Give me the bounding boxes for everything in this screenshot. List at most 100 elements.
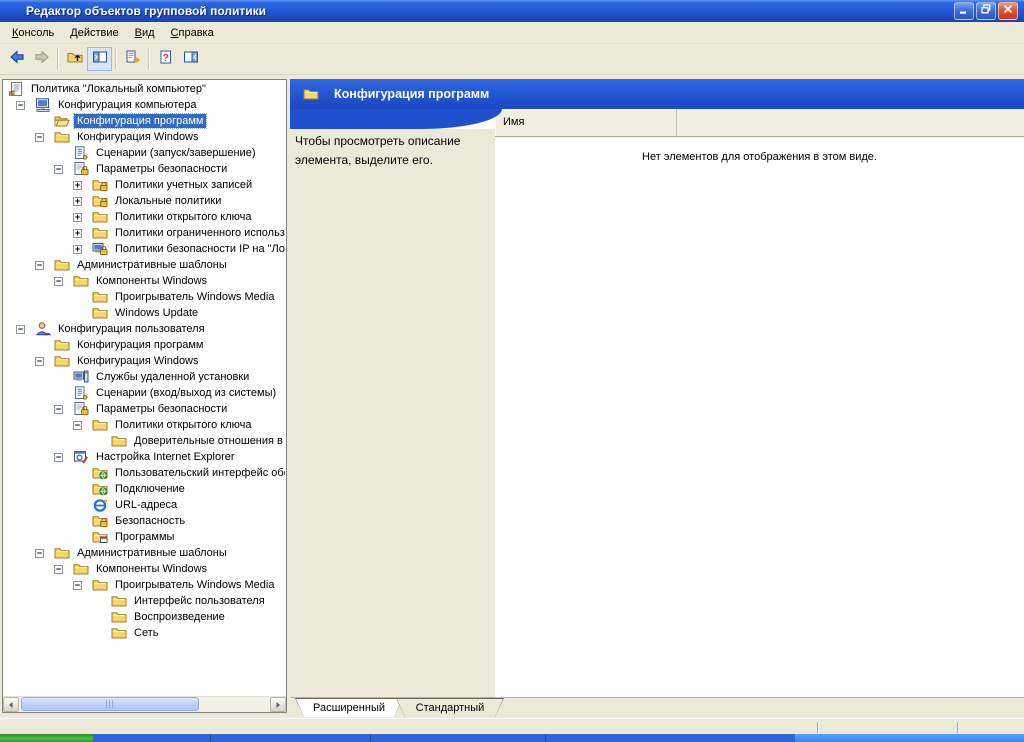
tree-indent: −	[35, 133, 54, 142]
tree-item-label: Конфигурация программ	[74, 338, 206, 352]
tree-item[interactable]: Воспроизведение	[4, 609, 285, 625]
ie-setup-icon	[73, 449, 89, 465]
scrollbar-track[interactable]	[19, 697, 270, 712]
folder-icon	[92, 209, 108, 225]
tree-item[interactable]: −Настройка Internet Explorer	[4, 449, 285, 465]
collapse-icon[interactable]: −	[54, 405, 63, 414]
items-list[interactable]: Нет элементов для отображения в этом вид…	[495, 137, 1024, 697]
main-content: Политика "Локальный компьютер"−Конфигура…	[0, 75, 1024, 718]
tree-item[interactable]: Доверительные отношения в пр	[4, 433, 285, 449]
tree-item[interactable]: −Параметры безопасности	[4, 161, 285, 177]
tree-item-label: Компоненты Windows	[93, 562, 210, 576]
toolbar-separator	[148, 48, 150, 70]
tree-item[interactable]: Конфигурация программ	[4, 337, 285, 353]
tree-item[interactable]: Сеть	[4, 625, 285, 641]
show-hide-console-tree-button[interactable]	[87, 47, 112, 71]
collapse-icon[interactable]: −	[16, 325, 25, 334]
expand-icon[interactable]: +	[73, 197, 82, 206]
tree-item[interactable]: −Конфигурация Windows	[4, 129, 285, 145]
folder-icon	[92, 225, 108, 241]
tree-item[interactable]: Безопасность	[4, 513, 285, 529]
tree-item[interactable]: −Проигрыватель Windows Media	[4, 577, 285, 593]
tree-indent: −	[54, 277, 73, 286]
tree-item[interactable]: −Компоненты Windows	[4, 273, 285, 289]
scroll-right-button[interactable]	[270, 697, 286, 712]
scroll-left-button[interactable]	[3, 697, 19, 712]
collapse-icon[interactable]: −	[35, 549, 44, 558]
expand-icon[interactable]: +	[73, 245, 82, 254]
tree-item[interactable]: Сценарии (вход/выход из системы)	[4, 385, 285, 401]
menu-item-3[interactable]: Вид	[127, 24, 163, 42]
tree-item[interactable]: Политика "Локальный компьютер"	[4, 81, 285, 97]
tree-item-label: Сеть	[131, 626, 161, 640]
taskbar[interactable]	[0, 734, 1024, 742]
tree-item[interactable]: −Конфигурация компьютера	[4, 97, 285, 113]
show-hide-detail-button[interactable]	[178, 47, 203, 71]
collapse-icon[interactable]: −	[35, 133, 44, 142]
expand-icon[interactable]: +	[73, 213, 82, 222]
tree-item[interactable]: Пользовательский интерфейс обоз	[4, 465, 285, 481]
collapse-icon[interactable]: −	[35, 357, 44, 366]
help-button[interactable]: ?	[153, 47, 178, 71]
up-one-level-button[interactable]	[62, 47, 87, 71]
tree-item[interactable]: Программы	[4, 529, 285, 545]
tree-indent: −	[35, 357, 54, 366]
gpedit-icon	[6, 3, 22, 19]
restore-button[interactable]	[976, 2, 996, 20]
tree-item[interactable]: +Политики открытого ключа	[4, 209, 285, 225]
close-button[interactable]	[998, 2, 1018, 20]
tree-item[interactable]: +Политики учетных записей	[4, 177, 285, 193]
collapse-icon[interactable]: −	[16, 101, 25, 110]
tree-item-label: Конфигурация Windows	[74, 354, 202, 368]
folder-icon	[54, 257, 70, 273]
tree-item[interactable]: −Конфигурация пользователя	[4, 321, 285, 337]
tree-item-label: Пользовательский интерфейс обоз	[112, 466, 285, 480]
tree-item[interactable]: +Политики ограниченного использов	[4, 225, 285, 241]
tree-item[interactable]: −Административные шаблоны	[4, 545, 285, 561]
tree-item[interactable]: Сценарии (запуск/завершение)	[4, 145, 285, 161]
tab-standard[interactable]: Стандартный	[396, 698, 504, 717]
tree-item[interactable]: −Административные шаблоны	[4, 257, 285, 273]
folder-icon	[73, 561, 89, 577]
expand-icon[interactable]: +	[73, 181, 82, 190]
start-button-edge[interactable]	[0, 734, 93, 742]
collapse-icon[interactable]: −	[73, 421, 82, 430]
column-name-header[interactable]: Имя	[495, 109, 677, 136]
tree-item[interactable]: Конфигурация программ	[4, 113, 285, 129]
export-list-button[interactable]	[120, 47, 145, 71]
tree-item[interactable]: −Политики открытого ключа	[4, 417, 285, 433]
tree-item[interactable]: − Конфигурация Windows	[4, 353, 285, 369]
collapse-icon[interactable]: −	[54, 453, 63, 462]
collapse-icon[interactable]: −	[35, 261, 44, 270]
tree-item[interactable]: − Компоненты Windows	[4, 561, 285, 577]
tree-item[interactable]: URL-адреса	[4, 497, 285, 513]
tree-item[interactable]: Проигрыватель Windows Media	[4, 289, 285, 305]
tab-extended[interactable]: Расширенный	[295, 698, 403, 717]
collapse-icon[interactable]: −	[73, 581, 82, 590]
collapse-icon[interactable]: −	[54, 565, 63, 574]
tree-item[interactable]: Подключение	[4, 481, 285, 497]
tree-item[interactable]: Windows Update	[4, 305, 285, 321]
tree-item[interactable]: Интерфейс пользователя	[4, 593, 285, 609]
title-bar[interactable]: Редактор объектов групповой политики	[0, 0, 1024, 22]
horizontal-scrollbar[interactable]	[3, 696, 286, 712]
collapse-icon[interactable]: −	[54, 277, 63, 286]
folder-icon	[54, 545, 70, 561]
minimize-button[interactable]	[954, 2, 974, 20]
menu-item-1[interactable]: Консоль	[4, 24, 62, 42]
details-pane: Конфигурация программ Имя Чтобы просмотр…	[290, 79, 1024, 717]
forward-button[interactable]	[29, 47, 54, 71]
folder-icon	[54, 353, 70, 369]
tree-item[interactable]: Службы удаленной установки	[4, 369, 285, 385]
scrollbar-thumb[interactable]	[21, 697, 199, 711]
back-button[interactable]	[4, 47, 29, 71]
expand-icon[interactable]: +	[73, 229, 82, 238]
tree-item-label: Конфигурация программ	[74, 114, 206, 128]
collapse-icon[interactable]: −	[54, 165, 63, 174]
folder-lock-icon	[92, 513, 108, 529]
tree-item[interactable]: −Параметры безопасности	[4, 401, 285, 417]
tree-item[interactable]: +Локальные политики	[4, 193, 285, 209]
menu-item-2[interactable]: Действие	[62, 24, 126, 42]
menu-item-4[interactable]: Справка	[163, 24, 222, 42]
tree-item[interactable]: +Политики безопасности IP на "Лока	[4, 241, 285, 257]
